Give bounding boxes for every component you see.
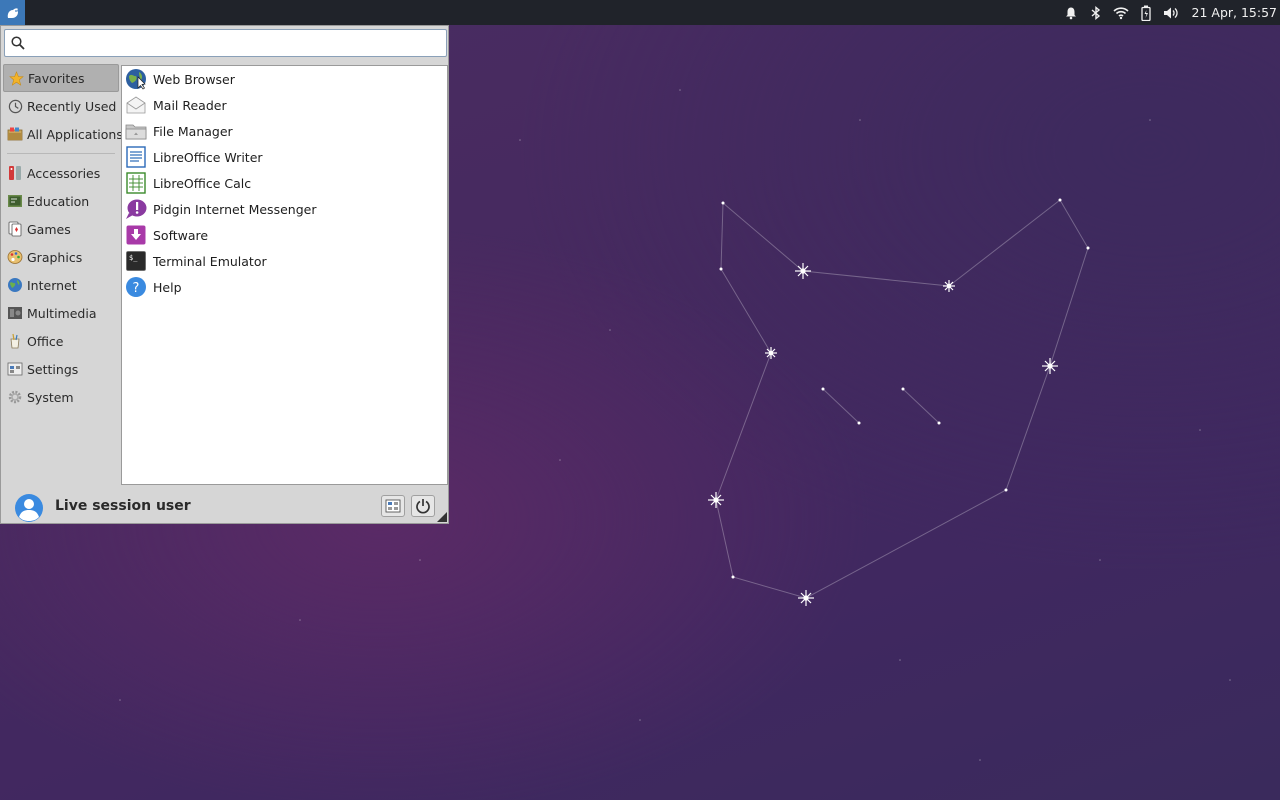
category-label: Recently Used [27, 98, 117, 114]
app-label: Pidgin Internet Messenger [153, 201, 317, 217]
category-graphics[interactable]: Graphics [3, 243, 119, 271]
app-label: LibreOffice Calc [153, 175, 252, 191]
app-label: LibreOffice Writer [153, 149, 263, 165]
globe-icon [7, 277, 23, 293]
category-label: Favorites [28, 70, 85, 86]
whisker-menu: Favorites Recently Used All Applications… [0, 25, 449, 524]
category-label: Multimedia [27, 305, 97, 321]
top-panel: 21 Apr, 15:57 [0, 0, 1280, 25]
power-icon [416, 499, 430, 514]
app-mail-reader[interactable]: Mail Reader [122, 92, 447, 118]
multimedia-icon [7, 305, 23, 321]
category-label: Games [27, 221, 71, 237]
bell-icon[interactable] [1059, 0, 1084, 25]
clock[interactable]: 21 Apr, 15:57 [1184, 5, 1280, 20]
category-office[interactable]: Office [3, 327, 119, 355]
category-label: Education [27, 193, 90, 209]
avatar[interactable] [14, 493, 44, 523]
app-pidgin[interactable]: Pidgin Internet Messenger [122, 196, 447, 222]
category-settings[interactable]: Settings [3, 355, 119, 383]
category-label: Settings [27, 361, 79, 377]
terminal-icon: $_ [125, 250, 147, 272]
category-list: Favorites Recently Used All Applications… [3, 64, 123, 411]
app-label: Web Browser [153, 71, 235, 87]
web-browser-icon [125, 68, 147, 90]
category-system[interactable]: System [3, 383, 119, 411]
menu-footer: Live session user [1, 488, 448, 524]
mail-icon [125, 94, 147, 116]
app-file-manager[interactable]: File Manager [122, 118, 447, 144]
app-label: Software [153, 227, 209, 243]
app-software[interactable]: Software [122, 222, 447, 248]
office-icon [7, 333, 23, 349]
clock-icon [7, 98, 23, 114]
username: Live session user [55, 498, 191, 514]
resize-grip-icon[interactable] [437, 512, 447, 522]
category-label: All Applications [27, 126, 123, 142]
application-list: Web Browser Mail Reader File Manager Lib… [121, 65, 448, 485]
star-icon [8, 70, 24, 86]
settings-button[interactable] [381, 495, 405, 517]
app-libreoffice-writer[interactable]: LibreOffice Writer [122, 144, 447, 170]
writer-icon [125, 146, 147, 168]
app-label: Help [153, 279, 182, 295]
pidgin-icon [125, 198, 147, 220]
settings-icon [7, 361, 23, 377]
category-multimedia[interactable]: Multimedia [3, 299, 119, 327]
category-education[interactable]: Education [3, 187, 119, 215]
category-label: Graphics [27, 249, 83, 265]
education-icon [7, 193, 23, 209]
battery-icon[interactable] [1134, 0, 1159, 25]
xfce-mouse-icon [7, 7, 18, 18]
graphics-icon [7, 249, 23, 265]
app-libreoffice-calc[interactable]: LibreOffice Calc [122, 170, 447, 196]
software-icon [125, 224, 147, 246]
wifi-icon[interactable] [1109, 0, 1134, 25]
system-tray: 21 Apr, 15:57 [1059, 0, 1280, 25]
category-label: Office [27, 333, 64, 349]
calc-icon [125, 172, 147, 194]
category-separator [7, 153, 115, 154]
accessories-icon [7, 165, 23, 181]
category-internet[interactable]: Internet [3, 271, 119, 299]
volume-icon[interactable] [1159, 0, 1184, 25]
window-switch-icon [385, 499, 401, 513]
category-label: System [27, 389, 74, 405]
search-input[interactable] [29, 33, 439, 53]
category-recently-used[interactable]: Recently Used [3, 92, 119, 120]
games-icon [7, 221, 23, 237]
applications-menu-button[interactable] [0, 0, 25, 25]
app-label: Mail Reader [153, 97, 227, 113]
app-web-browser[interactable]: Web Browser [122, 66, 447, 92]
svg-text:?: ? [133, 281, 140, 296]
app-terminal-emulator[interactable]: $_ Terminal Emulator [122, 248, 447, 274]
category-label: Accessories [27, 165, 101, 181]
power-button[interactable] [411, 495, 435, 517]
search-icon [11, 36, 25, 50]
app-help[interactable]: ? Help [122, 274, 447, 300]
bluetooth-icon[interactable] [1084, 0, 1109, 25]
system-gear-icon [7, 389, 23, 405]
search-box[interactable] [4, 29, 447, 57]
help-icon: ? [125, 276, 147, 298]
category-games[interactable]: Games [3, 215, 119, 243]
svg-text:$_: $_ [129, 254, 138, 262]
category-label: Internet [27, 277, 77, 293]
app-label: Terminal Emulator [153, 253, 267, 269]
category-favorites[interactable]: Favorites [3, 64, 119, 92]
category-all-applications[interactable]: All Applications [3, 120, 123, 148]
apps-folder-icon [7, 126, 23, 142]
folder-icon [125, 120, 147, 142]
category-accessories[interactable]: Accessories [3, 159, 119, 187]
app-label: File Manager [153, 123, 233, 139]
